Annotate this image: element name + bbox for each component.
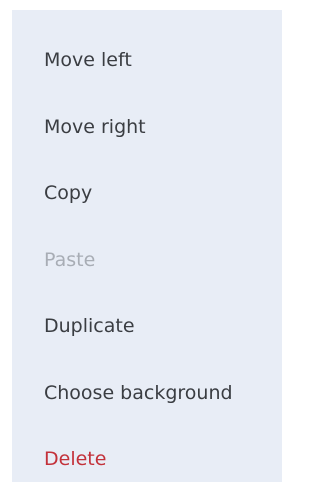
menu-item-duplicate[interactable]: Duplicate: [44, 309, 282, 343]
menu-item-paste: Paste: [44, 249, 96, 271]
menu-item-choose-background[interactable]: Choose background: [44, 376, 282, 410]
menu-item-move-left[interactable]: Move left: [44, 43, 282, 77]
context-menu: Move left Move right Copy Paste Duplicat…: [12, 10, 282, 482]
menu-item-delete[interactable]: Delete: [44, 442, 282, 476]
menu-item-move-right[interactable]: Move right: [44, 110, 282, 144]
menu-item-copy[interactable]: Copy: [44, 176, 282, 210]
